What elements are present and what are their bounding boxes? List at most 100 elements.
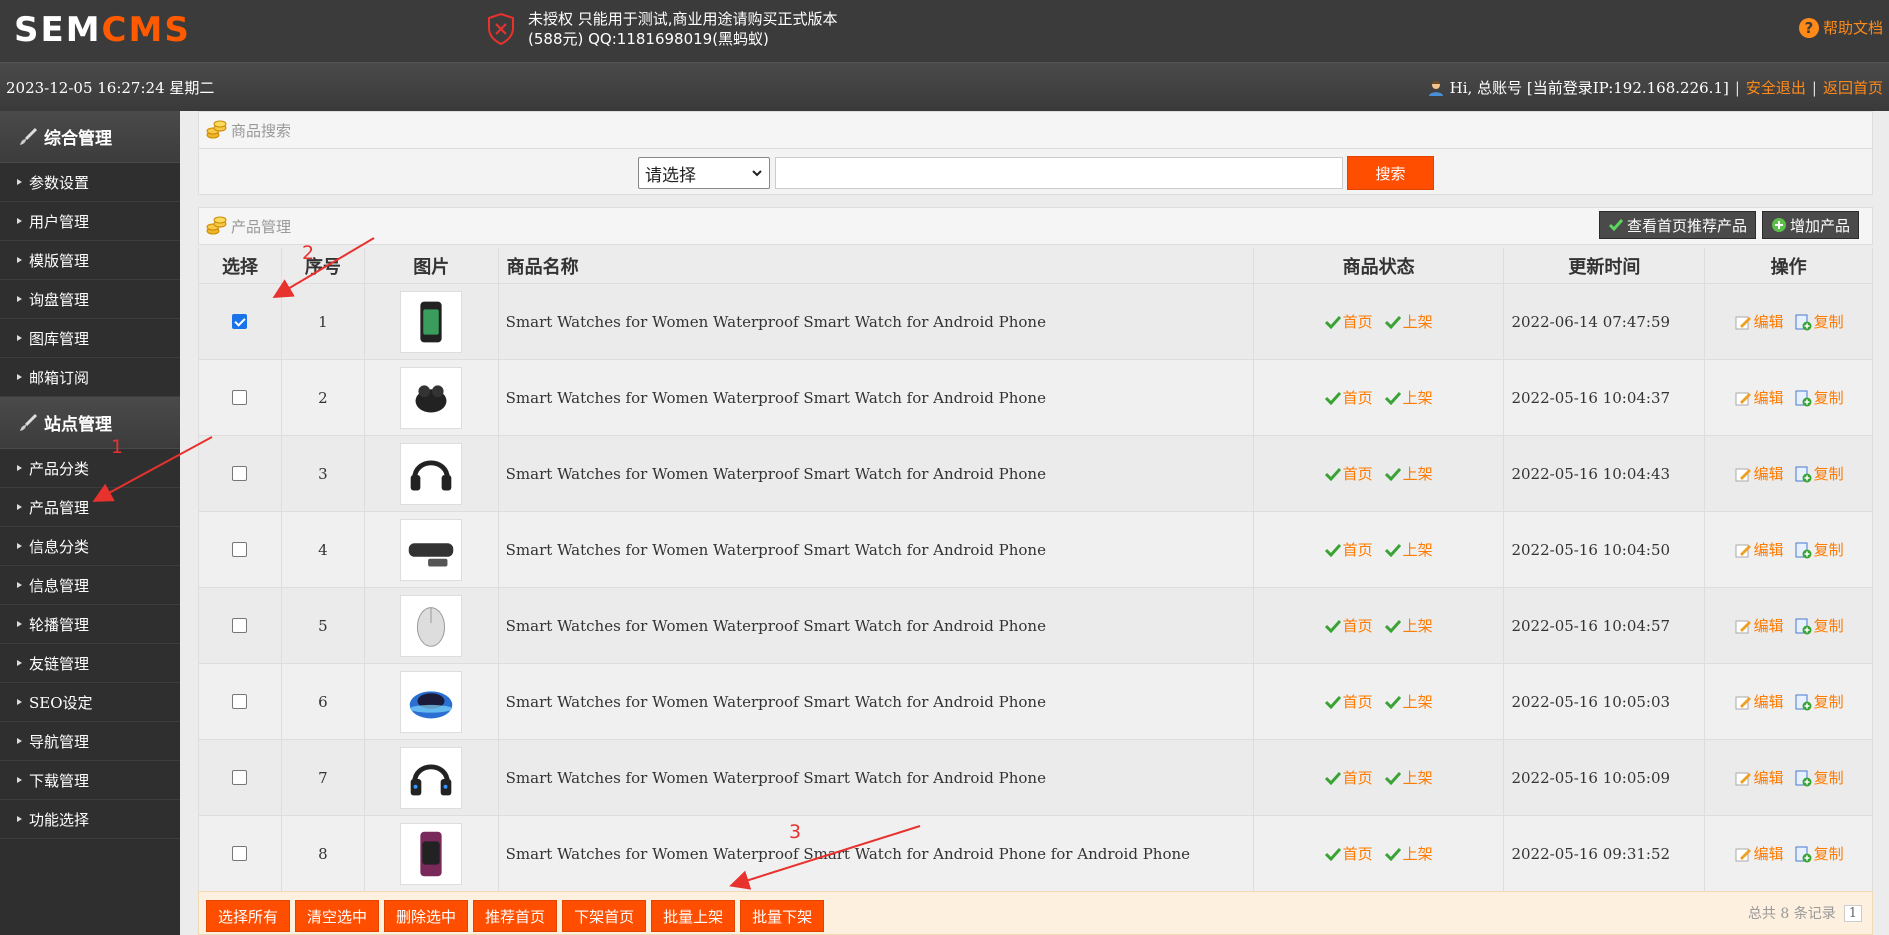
- logout-link[interactable]: 安全退出: [1746, 77, 1806, 98]
- status-online-toggle[interactable]: 上架: [1384, 691, 1433, 712]
- status-home-toggle[interactable]: 首页: [1324, 463, 1373, 484]
- status-label: 上架: [1402, 693, 1433, 711]
- page-number[interactable]: 1: [1843, 904, 1862, 922]
- view-home-products-button[interactable]: 查看首页推荐产品: [1598, 211, 1756, 239]
- product-name: Smart Watches for Women Waterproof Smart…: [499, 436, 1254, 511]
- sidebar-item-downloads[interactable]: 下载管理: [0, 761, 180, 800]
- update-time: 2022-05-16 10:04:43: [1504, 436, 1706, 511]
- sidebar-item-newsletter[interactable]: 邮箱订阅: [0, 358, 180, 397]
- check-icon: [1324, 847, 1341, 861]
- sidebar-item-navigation[interactable]: 导航管理: [0, 722, 180, 761]
- search-button[interactable]: 搜索: [1347, 156, 1434, 190]
- sidebar-item-product-categories[interactable]: 产品分类: [0, 449, 180, 488]
- earbuds-thumb[interactable]: [400, 366, 463, 429]
- edit-link[interactable]: 编辑: [1734, 843, 1784, 864]
- help-link[interactable]: ? 帮助文档: [1798, 17, 1883, 38]
- sidebar-item-features[interactable]: 功能选择: [0, 800, 180, 839]
- status-online-toggle[interactable]: 上架: [1384, 843, 1433, 864]
- row-checkbox[interactable]: [232, 314, 248, 329]
- status-bar: 2023-12-05 16:27:24 星期二 Hi, 总账号 [当前登录IP:…: [0, 62, 1889, 111]
- status-online-toggle[interactable]: 上架: [1384, 615, 1433, 636]
- gaming-headset-thumb[interactable]: [400, 746, 463, 809]
- row-status-cell: 首页 上架: [1254, 360, 1505, 435]
- status-label: 首页: [1342, 389, 1373, 407]
- sidebar-section-general[interactable]: 综合管理: [0, 111, 180, 163]
- edit-link[interactable]: 编辑: [1734, 311, 1784, 332]
- status-online-toggle[interactable]: 上架: [1384, 539, 1433, 560]
- sidebar-item-info-management[interactable]: 信息管理: [0, 566, 180, 605]
- row-checkbox[interactable]: [232, 618, 248, 633]
- sidebar-item-users[interactable]: 用户管理: [0, 202, 180, 241]
- soundbar-thumb[interactable]: [400, 518, 463, 581]
- status-home-toggle[interactable]: 首页: [1324, 843, 1373, 864]
- row-checkbox[interactable]: [232, 694, 248, 709]
- sidebar-item-friend-links[interactable]: 友链管理: [0, 644, 180, 683]
- row-checkbox[interactable]: [232, 770, 248, 785]
- row-select-cell: [199, 512, 282, 587]
- add-product-button[interactable]: 增加产品: [1761, 211, 1859, 239]
- edit-link[interactable]: 编辑: [1734, 539, 1784, 560]
- copy-icon: [1795, 770, 1812, 786]
- batch-offline-button[interactable]: 批量下架: [740, 900, 825, 932]
- select-all-button[interactable]: 选择所有: [206, 900, 291, 932]
- search-category-select[interactable]: 请选择: [638, 157, 770, 189]
- copy-link[interactable]: 复制: [1794, 539, 1844, 560]
- status-home-toggle[interactable]: 首页: [1324, 539, 1373, 560]
- copy-link[interactable]: 复制: [1794, 691, 1844, 712]
- sidebar-item-params[interactable]: 参数设置: [0, 163, 180, 202]
- smartwatch-thumb[interactable]: [400, 290, 463, 353]
- purple-watch-thumb[interactable]: [400, 822, 463, 885]
- sidebar-item-templates[interactable]: 模版管理: [0, 241, 180, 280]
- sidebar-item-inquiries[interactable]: 询盘管理: [0, 280, 180, 319]
- op-label: 复制: [1813, 389, 1844, 407]
- edit-link[interactable]: 编辑: [1734, 691, 1784, 712]
- row-image-cell: [365, 512, 499, 587]
- clear-selection-button[interactable]: 清空选中: [295, 900, 380, 932]
- mouse-thumb[interactable]: [400, 594, 463, 657]
- home-link[interactable]: 返回首页: [1823, 77, 1883, 98]
- edit-link[interactable]: 编辑: [1734, 387, 1784, 408]
- copy-link[interactable]: 复制: [1794, 463, 1844, 484]
- sidebar-item-label: 图库管理: [29, 329, 90, 348]
- bullet-icon: [17, 374, 22, 380]
- status-online-toggle[interactable]: 上架: [1384, 463, 1433, 484]
- remove-home-button[interactable]: 下架首页: [562, 900, 647, 932]
- sidebar-item-carousel[interactable]: 轮播管理: [0, 605, 180, 644]
- row-checkbox[interactable]: [232, 846, 248, 861]
- check-icon: [1324, 619, 1341, 633]
- copy-link[interactable]: 复制: [1794, 615, 1844, 636]
- sidebar-item-seo[interactable]: SEO设定: [0, 683, 180, 722]
- status-online-toggle[interactable]: 上架: [1384, 767, 1433, 788]
- row-checkbox[interactable]: [232, 542, 248, 557]
- copy-link[interactable]: 复制: [1794, 767, 1844, 788]
- copy-link[interactable]: 复制: [1794, 843, 1844, 864]
- notice-line-2: (588元) QQ:1181698019(黑蚂蚁): [528, 30, 769, 48]
- status-home-toggle[interactable]: 首页: [1324, 387, 1373, 408]
- status-home-toggle[interactable]: 首页: [1324, 615, 1373, 636]
- row-checkbox[interactable]: [232, 466, 248, 481]
- sidebar-section-site[interactable]: 站点管理: [0, 397, 180, 449]
- sidebar-item-gallery[interactable]: 图库管理: [0, 319, 180, 358]
- status-home-toggle[interactable]: 首页: [1324, 311, 1373, 332]
- batch-online-button[interactable]: 批量上架: [651, 900, 736, 932]
- recommend-home-button[interactable]: 推荐首页: [473, 900, 558, 932]
- row-checkbox[interactable]: [232, 390, 248, 405]
- edit-link[interactable]: 编辑: [1734, 767, 1784, 788]
- edit-link[interactable]: 编辑: [1734, 463, 1784, 484]
- copy-link[interactable]: 复制: [1794, 311, 1844, 332]
- table-row: 8 Smart Watches for Women Waterproof Smar…: [199, 816, 1872, 892]
- status-home-toggle[interactable]: 首页: [1324, 767, 1373, 788]
- sidebar-item-info-categories[interactable]: 信息分类: [0, 527, 180, 566]
- copy-link[interactable]: 复制: [1794, 387, 1844, 408]
- logo[interactable]: SEMCMS: [14, 12, 191, 48]
- status-online-toggle[interactable]: 上架: [1384, 387, 1433, 408]
- headset-thumb[interactable]: [400, 442, 463, 505]
- edit-link[interactable]: 编辑: [1734, 615, 1784, 636]
- status-online-toggle[interactable]: 上架: [1384, 311, 1433, 332]
- row-ops-cell: 编辑 复制: [1705, 816, 1872, 891]
- speaker-thumb[interactable]: [400, 670, 463, 733]
- search-input[interactable]: [775, 157, 1343, 189]
- delete-selected-button[interactable]: 删除选中: [384, 900, 469, 932]
- sidebar-item-product-management[interactable]: 产品管理: [0, 488, 180, 527]
- status-home-toggle[interactable]: 首页: [1324, 691, 1373, 712]
